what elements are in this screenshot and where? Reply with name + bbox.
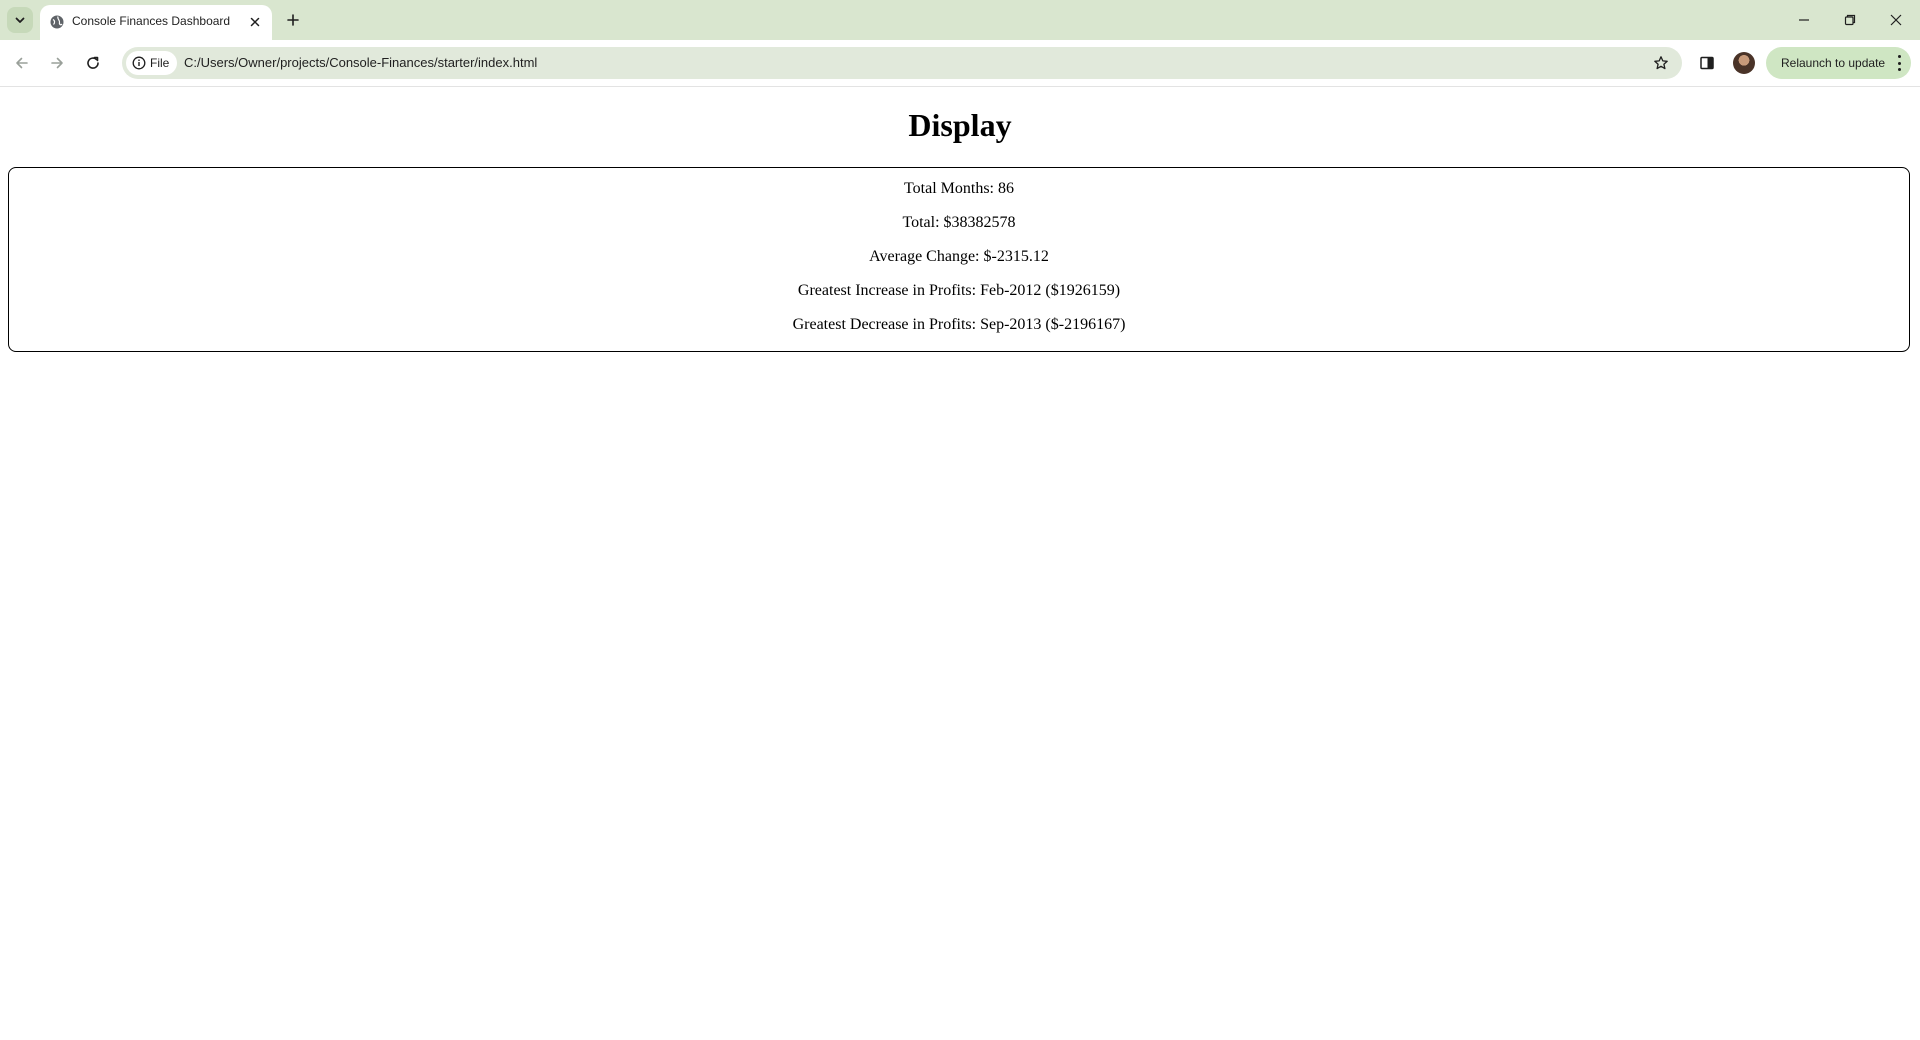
info-icon: [132, 56, 146, 70]
tab-strip: Console Finances Dashboard: [0, 0, 1920, 40]
more-menu-icon[interactable]: [1897, 55, 1901, 71]
tab-active[interactable]: Console Finances Dashboard: [40, 5, 272, 40]
results-panel: Total Months: 86 Total: $38382578 Averag…: [8, 167, 1910, 352]
minimize-button[interactable]: [1781, 0, 1827, 40]
side-panel-icon: [1700, 56, 1714, 70]
tab-search-button[interactable]: [7, 7, 33, 33]
total-text: Total: $38382578: [902, 214, 1016, 231]
tab-title: Console Finances Dashboard: [72, 14, 231, 28]
bookmark-button[interactable]: [1649, 51, 1673, 75]
arrow-left-icon: [16, 57, 28, 69]
page-title: Display: [908, 107, 1012, 143]
reload-button[interactable]: [79, 49, 107, 77]
new-tab-button[interactable]: [281, 8, 305, 32]
greatest-decrease-text: Greatest Decrease in Profits: Sep-2013 (…: [792, 316, 1126, 333]
site-info-chip[interactable]: File: [126, 51, 178, 75]
reload-icon: [87, 56, 99, 69]
close-icon: [1890, 14, 1902, 26]
restore-icon: [1844, 14, 1856, 26]
profile-avatar[interactable]: [1733, 52, 1755, 74]
minimize-icon: [1799, 19, 1809, 21]
close-window-button[interactable]: [1873, 0, 1919, 40]
page-content: Display Total Months: 86 Total: $3838257…: [0, 87, 1920, 1040]
chevron-down-icon: [15, 17, 25, 23]
forward-button[interactable]: [43, 49, 71, 77]
back-button[interactable]: [8, 49, 36, 77]
relaunch-label: Relaunch to update: [1781, 56, 1886, 70]
globe-icon: [50, 15, 64, 29]
browser-toolbar: File C:/Users/Owner/projects/Console-Fin…: [0, 40, 1920, 87]
star-icon: [1654, 56, 1668, 70]
greatest-increase-text: Greatest Increase in Profits: Feb-2012 (…: [797, 282, 1121, 299]
restore-button[interactable]: [1827, 0, 1873, 40]
average-change-text: Average Change: $-2315.12: [869, 248, 1049, 265]
arrow-right-icon: [51, 57, 63, 69]
url-text[interactable]: C:/Users/Owner/projects/Console-Finances…: [184, 55, 537, 70]
address-bar[interactable]: File C:/Users/Owner/projects/Console-Fin…: [122, 47, 1682, 79]
site-chip-label: File: [150, 56, 170, 70]
tab-close-button[interactable]: [246, 13, 264, 31]
side-panel-button[interactable]: [1693, 49, 1721, 77]
total-months-text: Total Months: 86: [904, 180, 1014, 197]
relaunch-button[interactable]: Relaunch to update: [1766, 47, 1911, 79]
plus-icon: [287, 14, 299, 26]
close-icon: [250, 17, 260, 27]
